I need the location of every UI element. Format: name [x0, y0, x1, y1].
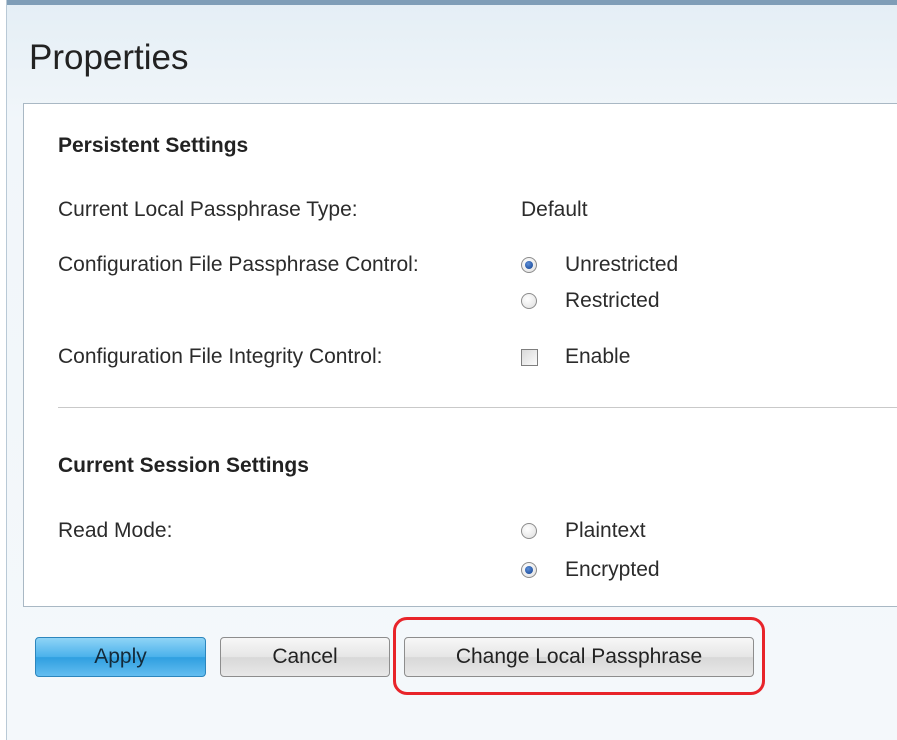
restricted-label: Restricted: [565, 289, 660, 312]
section-divider: [58, 407, 897, 408]
integrity-enable-label: Enable: [565, 345, 631, 368]
passphrase-control-label: Configuration File Passphrase Control:: [58, 253, 419, 276]
integrity-enable-checkbox[interactable]: [521, 348, 538, 366]
session-settings-heading: Current Session Settings: [58, 454, 309, 477]
persistent-settings-heading: Persistent Settings: [58, 134, 249, 157]
settings-panel: Persistent Settings Current Local Passph…: [23, 103, 897, 607]
integrity-enable-option[interactable]: Enable: [521, 345, 630, 369]
restricted-option[interactable]: Restricted: [521, 289, 660, 313]
properties-page: Properties Persistent Settings Current L…: [6, 0, 897, 740]
cancel-button[interactable]: Cancel: [220, 637, 390, 677]
passphrase-type-value: Default: [521, 198, 588, 221]
unrestricted-option[interactable]: Unrestricted: [521, 253, 678, 277]
encrypted-label: Encrypted: [565, 558, 660, 581]
plaintext-label: Plaintext: [565, 519, 646, 542]
unrestricted-radio[interactable]: [521, 257, 537, 273]
encrypted-radio[interactable]: [521, 562, 537, 578]
encrypted-option[interactable]: Encrypted: [521, 558, 660, 582]
top-border: [7, 0, 897, 5]
page-title: Properties: [29, 38, 189, 77]
change-local-passphrase-button[interactable]: Change Local Passphrase: [404, 637, 754, 677]
integrity-control-label: Configuration File Integrity Control:: [58, 345, 383, 368]
restricted-radio[interactable]: [521, 293, 537, 309]
plaintext-option[interactable]: Plaintext: [521, 519, 646, 543]
read-mode-label: Read Mode:: [58, 519, 173, 542]
apply-button[interactable]: Apply: [35, 637, 206, 677]
plaintext-radio[interactable]: [521, 523, 537, 539]
passphrase-type-label: Current Local Passphrase Type:: [58, 198, 358, 221]
unrestricted-label: Unrestricted: [565, 253, 679, 276]
